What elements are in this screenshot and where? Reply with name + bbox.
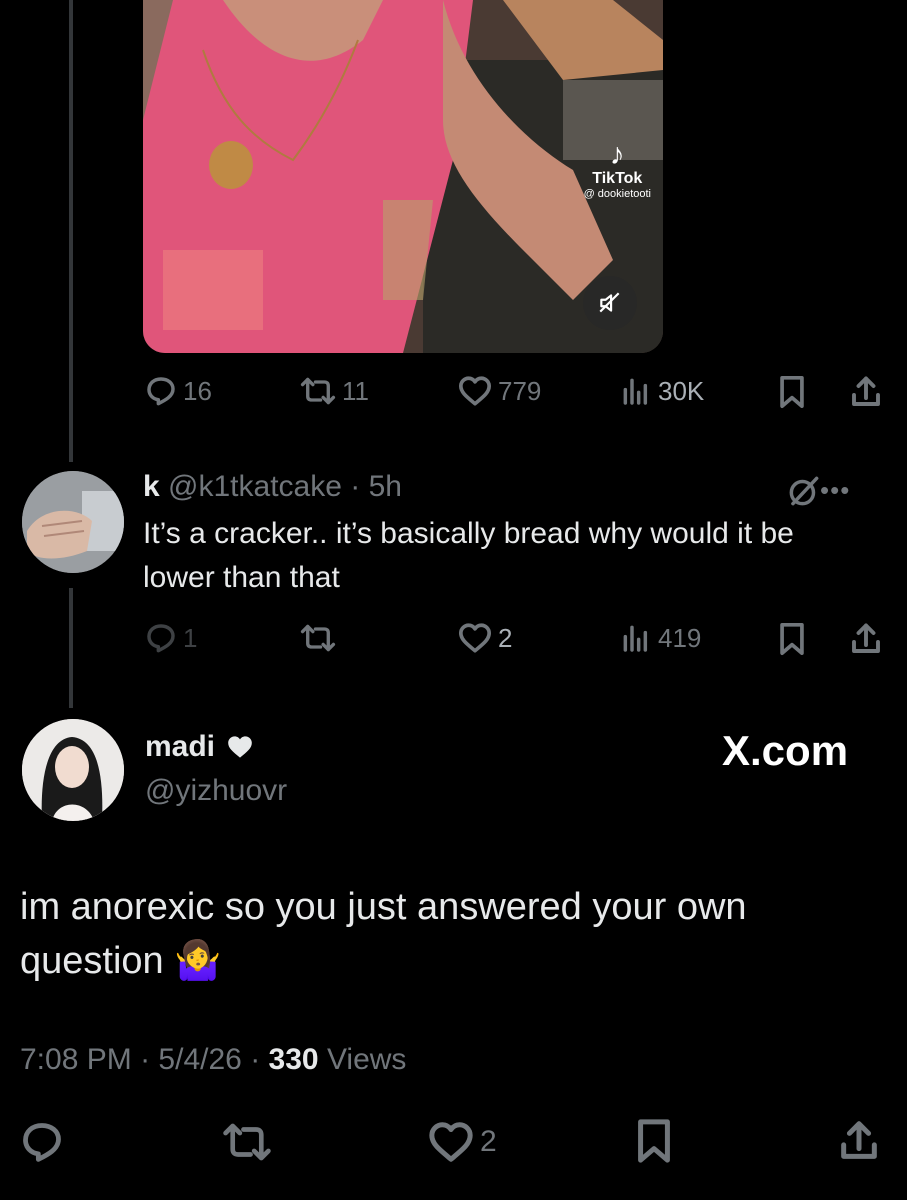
like-action[interactable]: 2 [458,622,512,654]
views-action[interactable]: 30K [620,375,704,407]
grok-icon[interactable] [785,472,823,515]
bookmark-action[interactable] [634,1118,674,1164]
reply-count: 1 [183,622,198,653]
reply-icon [147,377,175,406]
grok-glyph [789,476,819,506]
like-action[interactable]: 2 [428,1120,497,1164]
like-count: 2 [498,622,513,653]
reply-icon [23,1123,61,1162]
video-media[interactable]: ♪ TikTok @ dookietooti [143,0,663,353]
reply-action[interactable]: 16 [145,375,212,407]
retweet-action[interactable] [222,1120,272,1164]
views-chart-icon [623,378,648,405]
more-options-icon[interactable]: ••• [820,475,850,506]
views-count: 419 [658,622,702,653]
separator: · [140,1043,151,1076]
views-chart-icon [623,625,648,652]
reply-action[interactable]: 1 [145,622,197,654]
views-count: 330 [268,1043,319,1076]
share-action[interactable] [836,1118,882,1164]
heart-icon [429,1122,473,1162]
retweet-count: 11 [342,375,369,406]
like-action[interactable]: 779 [458,375,541,407]
main-display-name: madi [145,730,216,763]
thread-line-top [69,0,73,462]
main-author-name-row[interactable]: madi [145,730,255,764]
bookmark-action[interactable] [776,375,808,409]
like-count: 779 [498,375,542,406]
heart-icon [458,623,492,653]
tiktok-handle: @ dookietooti [583,188,651,200]
like-count: 2 [480,1125,497,1158]
reply-header: k @k1tkatcake · 5h [143,470,402,504]
bookmark-icon [638,1119,670,1163]
share-icon [852,376,880,406]
tweet-time[interactable]: 7:08 PM [20,1043,132,1076]
retweet-action[interactable] [300,622,342,654]
views-label: Views [326,1043,407,1076]
share-icon [852,623,880,653]
tiktok-watermark: ♪ TikTok @ dookietooti [583,138,651,201]
heart-icon [458,376,492,406]
share-action[interactable] [848,621,884,657]
tweet-timestamp: 7:08 PM · 5/4/26 · 330 Views [20,1043,406,1077]
bookmark-icon [780,375,804,409]
retweet-action[interactable]: 11 [300,375,369,407]
site-watermark: X.com [722,727,849,774]
avatar[interactable] [22,471,124,573]
thread-line-middle [69,588,73,708]
tiktok-logo-icon: ♪ [609,138,625,171]
avatar[interactable] [22,719,124,821]
reply-time[interactable]: 5h [369,470,402,503]
reply-separator: · [350,470,361,503]
reply-icon [147,624,175,653]
bookmark-action[interactable] [776,622,808,656]
reply-handle[interactable]: @k1tkatcake [168,470,342,503]
reply-count: 16 [183,375,212,406]
separator: · [250,1043,261,1076]
views-count: 30K [658,375,705,406]
avatar-photo-hand [22,471,124,573]
reply-action[interactable] [20,1120,64,1164]
heart-icon [228,736,252,758]
bookmark-icon [780,622,804,656]
reply-text: It’s a cracker.. it’s basically bread wh… [143,517,794,594]
views-action[interactable]: 419 [620,622,701,654]
main-handle[interactable]: @yizhuovr [145,774,287,808]
retweet-icon [300,624,336,652]
main-tweet-text: im anorexic so you just answered your ow… [20,886,747,982]
tweet-date[interactable]: 5/4/26 [158,1043,241,1076]
reply-display-name[interactable]: k [143,470,160,503]
retweet-icon [300,377,336,405]
mute-toggle-button[interactable] [583,276,637,330]
avatar-photo-portrait [22,719,124,821]
share-icon [841,1121,877,1159]
retweet-icon [223,1123,271,1161]
share-action[interactable] [848,374,884,410]
muted-speaker-icon [599,292,620,313]
tiktok-label: TikTok [592,170,643,187]
